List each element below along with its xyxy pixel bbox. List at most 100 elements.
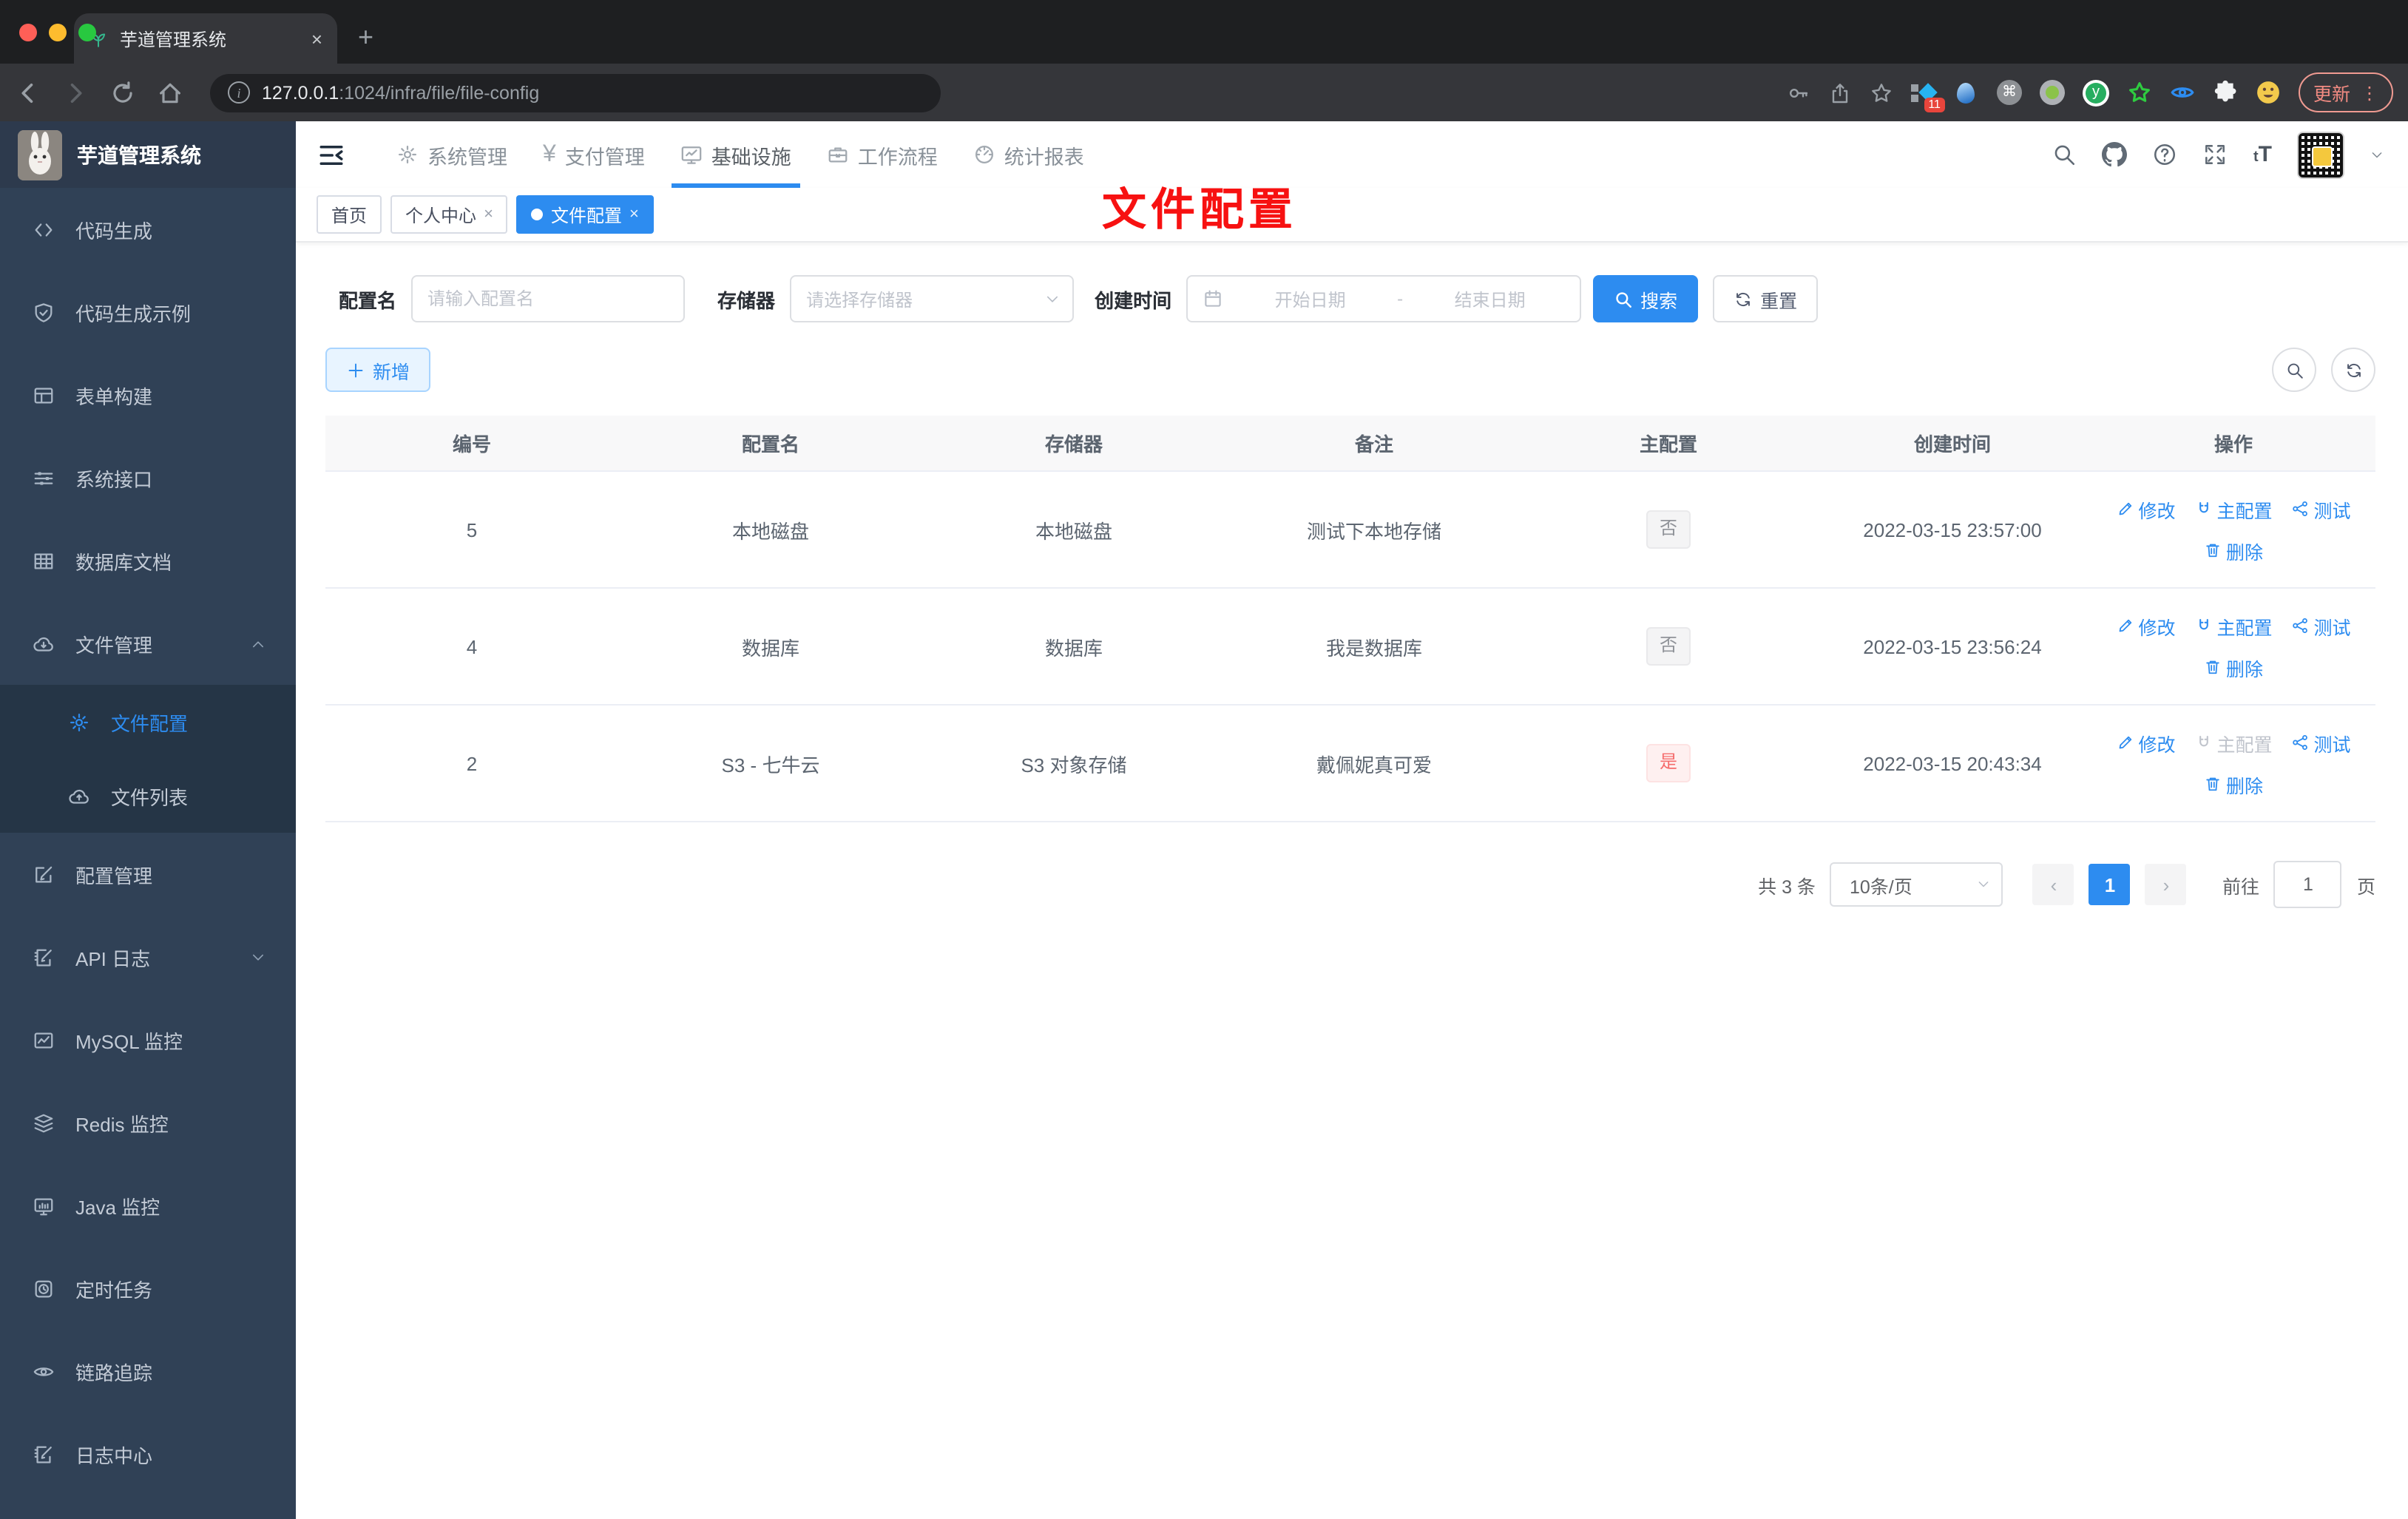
extension-command-icon[interactable]: ⌘ xyxy=(1996,80,2022,105)
zoom-window-button[interactable] xyxy=(78,24,96,41)
extension-eye-icon[interactable] xyxy=(2170,80,2195,105)
browser-menu-kebab-icon[interactable]: ⋮ xyxy=(2361,82,2378,103)
master-config-button[interactable]: 主配置 xyxy=(2194,495,2273,523)
password-key-icon[interactable] xyxy=(1787,81,1810,104)
close-icon[interactable]: × xyxy=(629,206,639,223)
fullscreen-icon[interactable] xyxy=(2203,142,2228,167)
address-bar[interactable]: i 127.0.0.1:1024/infra/file/file-config xyxy=(210,73,941,112)
sidebar-item-file-manage[interactable]: 文件管理 xyxy=(0,602,296,685)
url-text: 127.0.0.1:1024/infra/file/file-config xyxy=(262,82,540,103)
sidebar-item-code-demo[interactable]: 代码生成示例 xyxy=(0,271,296,353)
extension-tabs-icon[interactable]: 11 xyxy=(1911,80,1945,112)
edit-button[interactable]: 修改 xyxy=(2116,495,2175,523)
sidebar-item-cron[interactable]: 定时任务 xyxy=(0,1247,296,1330)
nav-system[interactable]: 系统管理 xyxy=(379,121,525,188)
prev-page-button[interactable]: ‹ xyxy=(2032,864,2074,905)
sidebar-item-config-manage[interactable]: 配置管理 xyxy=(0,833,296,916)
tab-close-icon[interactable]: × xyxy=(311,27,322,50)
test-button[interactable]: 测试 xyxy=(2292,728,2351,757)
close-icon[interactable]: × xyxy=(484,206,493,223)
bookmark-star-icon[interactable] xyxy=(1870,81,1893,104)
show-search-button[interactable] xyxy=(2272,348,2316,392)
sidebar-item-log-center[interactable]: 日志中心 xyxy=(0,1413,296,1495)
extension-star-icon[interactable] xyxy=(2127,80,2152,105)
sidebar-collapse-icon[interactable] xyxy=(317,140,346,169)
end-date-placeholder[interactable]: 结束日期 xyxy=(1415,286,1565,311)
sidebar-item-file-config[interactable]: 文件配置 xyxy=(0,685,296,759)
add-button[interactable]: 新增 xyxy=(325,348,431,392)
goto-unit: 页 xyxy=(2356,876,2375,897)
extension-y-icon[interactable]: y xyxy=(2082,79,2109,106)
trash-icon xyxy=(2204,658,2222,676)
goto-page-input[interactable] xyxy=(2273,861,2342,908)
font-size-icon[interactable]: tT xyxy=(2253,142,2272,167)
close-window-button[interactable] xyxy=(19,24,37,41)
back-icon[interactable] xyxy=(15,79,41,106)
extension-dot-icon[interactable] xyxy=(2039,80,2065,105)
sidebar-item-mysql[interactable]: MySQL 监控 xyxy=(0,998,296,1081)
page-1-button[interactable]: 1 xyxy=(2089,864,2131,905)
new-tab-button[interactable]: + xyxy=(358,22,373,53)
sidebar-item-code-gen[interactable]: 代码生成 xyxy=(0,188,296,271)
github-icon[interactable] xyxy=(2103,142,2128,167)
nav-report[interactable]: 统计报表 xyxy=(956,121,1102,188)
chart-icon xyxy=(33,1029,55,1051)
sidebar-item-db-doc[interactable]: 数据库文档 xyxy=(0,519,296,602)
reset-button[interactable]: 重置 xyxy=(1713,275,1819,322)
search-icon[interactable] xyxy=(2052,142,2077,167)
sidebar-item-form-builder[interactable]: 表单构建 xyxy=(0,353,296,436)
gauge-icon xyxy=(973,143,995,166)
extension-balloon-icon[interactable] xyxy=(1954,80,1979,105)
magnet-icon xyxy=(2194,734,2212,751)
tag-home[interactable]: 首页 xyxy=(317,195,382,234)
reload-icon[interactable] xyxy=(109,79,136,106)
magnet-icon xyxy=(2194,500,2212,518)
sidebar-item-api-log[interactable]: API 日志 xyxy=(0,916,296,998)
help-icon[interactable] xyxy=(2153,142,2178,167)
delete-button[interactable]: 删除 xyxy=(2204,770,2263,798)
page-size-select[interactable]: 10条/页 xyxy=(1830,862,2003,907)
delete-button[interactable]: 删除 xyxy=(2204,536,2263,564)
tag-file-config[interactable]: 文件配置 × xyxy=(516,195,654,234)
update-chrome-button[interactable]: 更新 ⋮ xyxy=(2298,72,2393,112)
refresh-table-button[interactable] xyxy=(2331,348,2375,392)
storage-select[interactable]: 请选择存储器 xyxy=(790,275,1075,322)
edit-button[interactable]: 修改 xyxy=(2116,728,2175,757)
share-icon[interactable] xyxy=(1828,81,1852,104)
shield-check-icon xyxy=(33,301,55,323)
edit-button[interactable]: 修改 xyxy=(2116,612,2175,640)
search-button[interactable]: 搜索 xyxy=(1593,275,1699,322)
form-icon xyxy=(33,384,55,406)
share-nodes-icon xyxy=(2292,734,2310,751)
start-date-placeholder[interactable]: 开始日期 xyxy=(1235,286,1385,311)
briefcase-icon xyxy=(827,143,849,166)
browser-tab[interactable]: 芋道管理系统 × xyxy=(74,13,337,64)
minimize-window-button[interactable] xyxy=(49,24,67,41)
nav-infra[interactable]: 基础设施 xyxy=(663,121,809,188)
refresh-icon xyxy=(1734,289,1753,308)
sidebar-item-trace[interactable]: 链路追踪 xyxy=(0,1330,296,1413)
master-config-button[interactable]: 主配置 xyxy=(2194,612,2273,640)
next-page-button[interactable]: › xyxy=(2145,864,2187,905)
nav-pay[interactable]: ¥ 支付管理 xyxy=(525,121,663,188)
config-name-input[interactable] xyxy=(411,275,686,322)
profile-avatar-icon[interactable] xyxy=(2256,80,2281,105)
test-button[interactable]: 测试 xyxy=(2292,612,2351,640)
sidebar-item-java[interactable]: Java 监控 xyxy=(0,1164,296,1247)
sidebar-item-file-list[interactable]: 文件列表 xyxy=(0,759,296,833)
filter-form: 配置名 存储器 请选择存储器 创建时间 开始日期 - 结束日期 xyxy=(339,275,2408,322)
sidebar-item-redis[interactable]: Redis 监控 xyxy=(0,1081,296,1164)
site-info-icon[interactable]: i xyxy=(228,81,250,104)
date-range-picker[interactable]: 开始日期 - 结束日期 xyxy=(1186,275,1582,322)
avatar-caret-icon[interactable] xyxy=(2370,147,2384,162)
home-icon[interactable] xyxy=(157,79,183,106)
nav-workflow[interactable]: 工作流程 xyxy=(809,121,956,188)
sidebar-item-system-api[interactable]: 系统接口 xyxy=(0,436,296,519)
user-avatar[interactable] xyxy=(2297,131,2344,178)
extensions-puzzle-icon[interactable] xyxy=(2213,80,2238,105)
forward-icon[interactable] xyxy=(62,79,89,106)
delete-button[interactable]: 删除 xyxy=(2204,653,2263,681)
toolbar-right-icons: 11 ⌘ y 更新 ⋮ xyxy=(1787,72,2393,112)
tag-profile[interactable]: 个人中心 × xyxy=(390,195,508,234)
test-button[interactable]: 测试 xyxy=(2292,495,2351,523)
